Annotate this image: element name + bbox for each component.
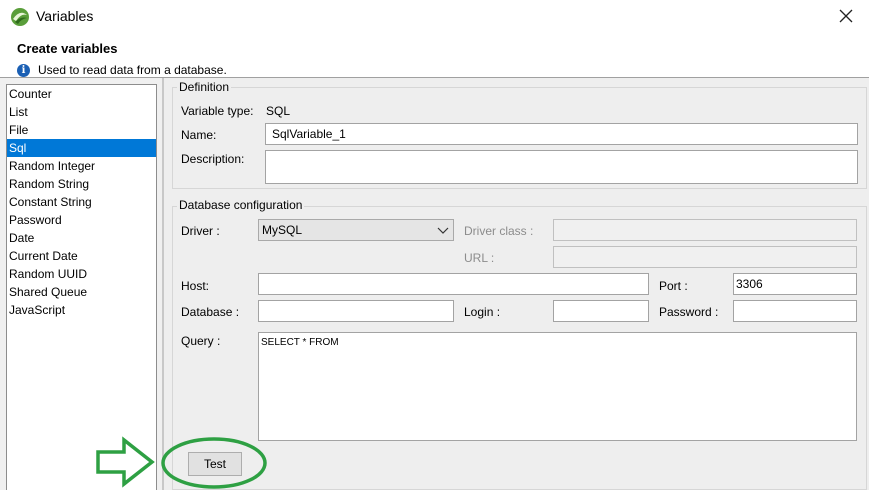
variable-type-item-list[interactable]: List <box>7 103 156 121</box>
url-label: URL : <box>464 251 495 265</box>
close-button[interactable] <box>823 0 869 32</box>
info-icon: i <box>17 63 30 77</box>
dialog-heading: Create variables <box>17 41 118 56</box>
query-label: Query : <box>181 334 221 348</box>
variable-type-item-current-date[interactable]: Current Date <box>7 247 156 265</box>
port-label: Port : <box>659 279 688 293</box>
right-pane: Definition Variable type: SQL Name: SqlV… <box>164 78 869 490</box>
app-logo-icon <box>11 8 29 26</box>
driver-select[interactable]: MySQL <box>258 219 454 241</box>
driver-class-label: Driver class : <box>464 224 534 238</box>
variable-type-item-date[interactable]: Date <box>7 229 156 247</box>
variable-type-value: SQL <box>266 104 291 118</box>
description-label: Description: <box>181 152 245 166</box>
info-text: Used to read data from a database. <box>38 63 227 77</box>
password-field[interactable] <box>733 300 857 322</box>
window-title: Variables <box>36 8 94 24</box>
name-field[interactable]: SqlVariable_1 <box>265 123 858 145</box>
variable-type-label: Variable type: <box>181 104 254 118</box>
database-label: Database : <box>181 305 240 319</box>
port-field[interactable]: 3306 <box>733 273 857 295</box>
driver-select-value: MySQL <box>262 223 303 237</box>
database-field[interactable] <box>258 300 454 322</box>
variable-type-list[interactable]: Counter List File Sql Random Integer Random S… <box>6 84 157 490</box>
variable-type-item-javascript[interactable]: JavaScript <box>7 301 156 319</box>
variable-type-item-counter[interactable]: Counter <box>7 85 156 103</box>
variable-type-item-constant-string[interactable]: Constant String <box>7 193 156 211</box>
url-field <box>553 246 857 268</box>
password-label: Password : <box>659 305 719 319</box>
variable-type-item-sql[interactable]: Sql <box>7 139 156 157</box>
chevron-down-icon <box>437 227 449 234</box>
host-label: Host: <box>181 279 210 293</box>
driver-label: Driver : <box>181 224 220 238</box>
database-config-group-title: Database configuration <box>177 198 305 212</box>
name-label: Name: <box>181 128 217 142</box>
variable-type-item-random-integer[interactable]: Random Integer <box>7 157 156 175</box>
variable-type-item-shared-queue[interactable]: Shared Queue <box>7 283 156 301</box>
variable-type-item-random-uuid[interactable]: Random UUID <box>7 265 156 283</box>
query-field[interactable]: SELECT * FROM <box>258 332 857 441</box>
title-bar: Variables <box>0 0 869 34</box>
variable-type-item-file[interactable]: File <box>7 121 156 139</box>
definition-group-title: Definition <box>177 80 232 94</box>
login-label: Login : <box>464 305 501 319</box>
test-button[interactable]: Test <box>188 452 242 476</box>
variable-type-item-password[interactable]: Password <box>7 211 156 229</box>
host-field[interactable] <box>258 273 649 295</box>
info-message: i Used to read data from a database. <box>17 62 227 78</box>
variable-type-item-random-string[interactable]: Random String <box>7 175 156 193</box>
close-icon <box>839 9 853 23</box>
login-field[interactable] <box>553 300 649 322</box>
description-field[interactable] <box>265 150 858 184</box>
driver-class-field <box>553 219 857 241</box>
